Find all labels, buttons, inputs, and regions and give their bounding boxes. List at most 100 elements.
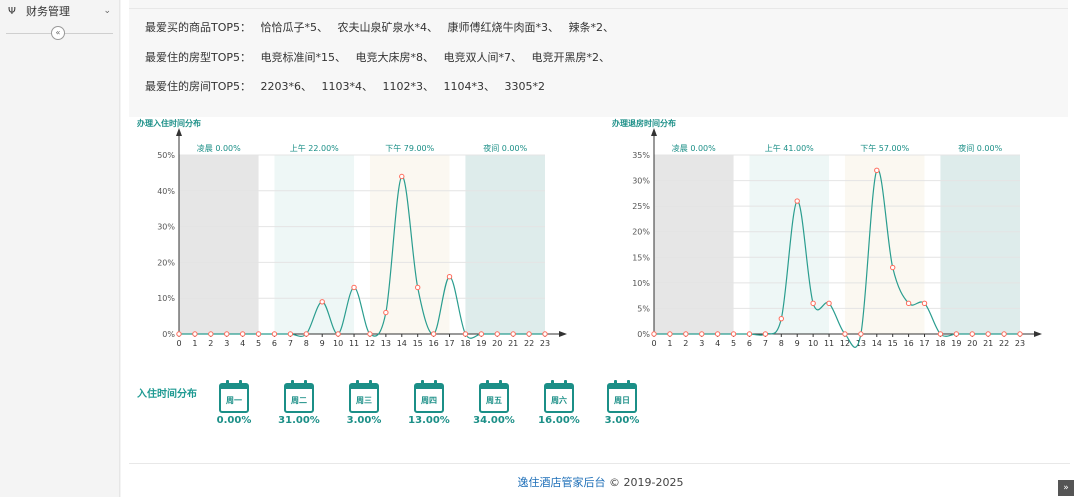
- x-tick-label: 20: [492, 339, 502, 348]
- data-point: [683, 331, 689, 337]
- data-point: [319, 299, 325, 305]
- top5-goods-item: 辣条*2、: [568, 21, 615, 34]
- footer-brand-link[interactable]: 逸住酒店管家后台: [518, 476, 606, 489]
- calendar-icon: 周五: [479, 380, 509, 413]
- top5-room-item: 1104*3、: [443, 80, 496, 93]
- period-label: 夜间 0.00%: [958, 143, 1002, 153]
- sidebar-item-finance[interactable]: Ψ 财务管理 ⌄: [0, 0, 119, 22]
- data-point: [889, 264, 896, 271]
- weekday-pct: 31.00%: [278, 415, 320, 426]
- x-tick-label: 9: [320, 339, 325, 348]
- period-band: [654, 155, 734, 334]
- data-point: [874, 167, 880, 174]
- data-point: [255, 331, 262, 337]
- chevron-down-icon: ⌄: [103, 6, 111, 16]
- x-tick-label: 10: [808, 339, 818, 348]
- top5-room-types: 最爱住的房型TOP5： 电竞标准间*15、 电竞大床房*8、 电竞双人间*7、 …: [145, 49, 616, 65]
- top5-room-type-item: 电竞大床房*8、: [355, 51, 435, 64]
- x-tick-label: 20: [967, 339, 977, 348]
- weekday-name: 周一: [226, 396, 242, 405]
- data-point: [778, 315, 785, 322]
- x-tick-label: 0: [651, 339, 656, 348]
- data-point: [651, 331, 657, 337]
- data-point: [351, 284, 357, 291]
- y-tick-label: 10%: [632, 279, 650, 288]
- sidebar: Ψ 财务管理 ⌄ «: [0, 0, 120, 497]
- weekday-title: 入住时间分布: [137, 389, 197, 400]
- data-point: [746, 331, 753, 337]
- x-tick-label: 21: [983, 339, 993, 348]
- top5-goods-item: 农夫山泉矿泉水*4、: [337, 21, 439, 34]
- x-tick-label: 22: [999, 339, 1009, 348]
- calendar-icon: 周四: [414, 380, 444, 413]
- data-point: [699, 331, 705, 337]
- x-tick-label: 7: [288, 339, 293, 348]
- data-point: [176, 331, 182, 337]
- data-point: [953, 331, 960, 337]
- x-tick-label: 6: [272, 339, 277, 348]
- data-point: [303, 331, 310, 337]
- x-tick-label: 19: [476, 339, 486, 348]
- x-tick-label: 23: [540, 339, 550, 348]
- x-tick-label: 18: [460, 339, 470, 348]
- x-tick-label: 17: [444, 339, 454, 348]
- data-point: [335, 331, 341, 337]
- x-tick-label: 5: [256, 339, 261, 348]
- data-point: [494, 331, 500, 337]
- y-tick-label: 15%: [632, 253, 650, 262]
- weekday-pct: 0.00%: [216, 415, 252, 426]
- x-tick-label: 2: [683, 339, 688, 348]
- y-tick-label: 0%: [637, 330, 650, 339]
- weekday-item: 周三 3.00%: [339, 380, 389, 426]
- data-point: [208, 331, 214, 337]
- data-point: [905, 300, 912, 307]
- x-tick-label: 8: [779, 339, 784, 348]
- data-point: [462, 331, 469, 337]
- x-tick-label: 1: [192, 339, 197, 348]
- x-tick-label: 13: [381, 339, 391, 348]
- sidebar-collapse-row: «: [0, 22, 119, 44]
- data-point: [510, 331, 516, 337]
- data-point: [542, 331, 548, 337]
- calendar-icon: 周日: [607, 380, 637, 413]
- data-point: [826, 300, 832, 307]
- data-point: [937, 331, 944, 337]
- calendar-icon: 周二: [284, 380, 314, 413]
- top5-goods: 最爱买的商品TOP5： 恰恰瓜子*5、 农夫山泉矿泉水*4、 康师傅红烧牛肉面*…: [145, 19, 620, 35]
- top5-room-item: 3305*2: [504, 80, 546, 93]
- top5-room-type-item: 电竞开黑房*2、: [531, 51, 611, 64]
- weekday-pct: 3.00%: [346, 415, 382, 426]
- period-band: [274, 155, 355, 334]
- footer-copyright: © 2019-2025: [609, 476, 684, 489]
- top5-rooms: 最爱住的房间TOP5： 2203*6、 1103*4、 1102*3、 1104…: [145, 78, 551, 94]
- weekday-item: 周五 34.00%: [469, 380, 519, 426]
- top5-room-type-item: 电竞标准间*15、: [260, 51, 347, 64]
- top5-panel: 最爱买的商品TOP5： 恰恰瓜子*5、 农夫山泉矿泉水*4、 康师傅红烧牛肉面*…: [129, 0, 1068, 117]
- weekday-pct: 16.00%: [538, 415, 580, 426]
- x-tick-label: 22: [524, 339, 534, 348]
- y-tick-label: 25%: [632, 202, 650, 211]
- x-axis-arrow: [559, 331, 567, 337]
- back-to-top-button[interactable]: »: [1058, 480, 1074, 496]
- x-tick-label: 2: [208, 339, 213, 348]
- collapse-sidebar-button[interactable]: «: [51, 26, 65, 40]
- data-point: [842, 331, 848, 337]
- x-tick-label: 16: [429, 339, 439, 348]
- data-point: [478, 331, 485, 337]
- chart-title: 办理入住时间分布: [137, 118, 201, 128]
- weekday-item: 周一 0.00%: [209, 380, 259, 426]
- weekday-pct: 3.00%: [604, 415, 640, 426]
- x-tick-label: 8: [304, 339, 309, 348]
- data-point: [192, 331, 198, 337]
- checkin-time-chart: 办理入住时间分布凌晨 0.00% 上午 22.00% 下午 79.00% 夜间 0.0…: [137, 118, 567, 348]
- x-tick-label: 4: [715, 339, 720, 348]
- period-label: 下午 79.00%: [385, 143, 434, 153]
- weekday-pct: 13.00%: [408, 415, 450, 426]
- x-tick-label: 4: [240, 339, 245, 348]
- top5-room-item: 1103*4、: [321, 80, 374, 93]
- divider: [129, 8, 1068, 9]
- top5-goods-item: 康师傅红烧牛肉面*3、: [447, 21, 560, 34]
- calendar-icon: 周六: [544, 380, 574, 413]
- y-axis-arrow: [176, 128, 182, 136]
- x-tick-label: 7: [763, 339, 768, 348]
